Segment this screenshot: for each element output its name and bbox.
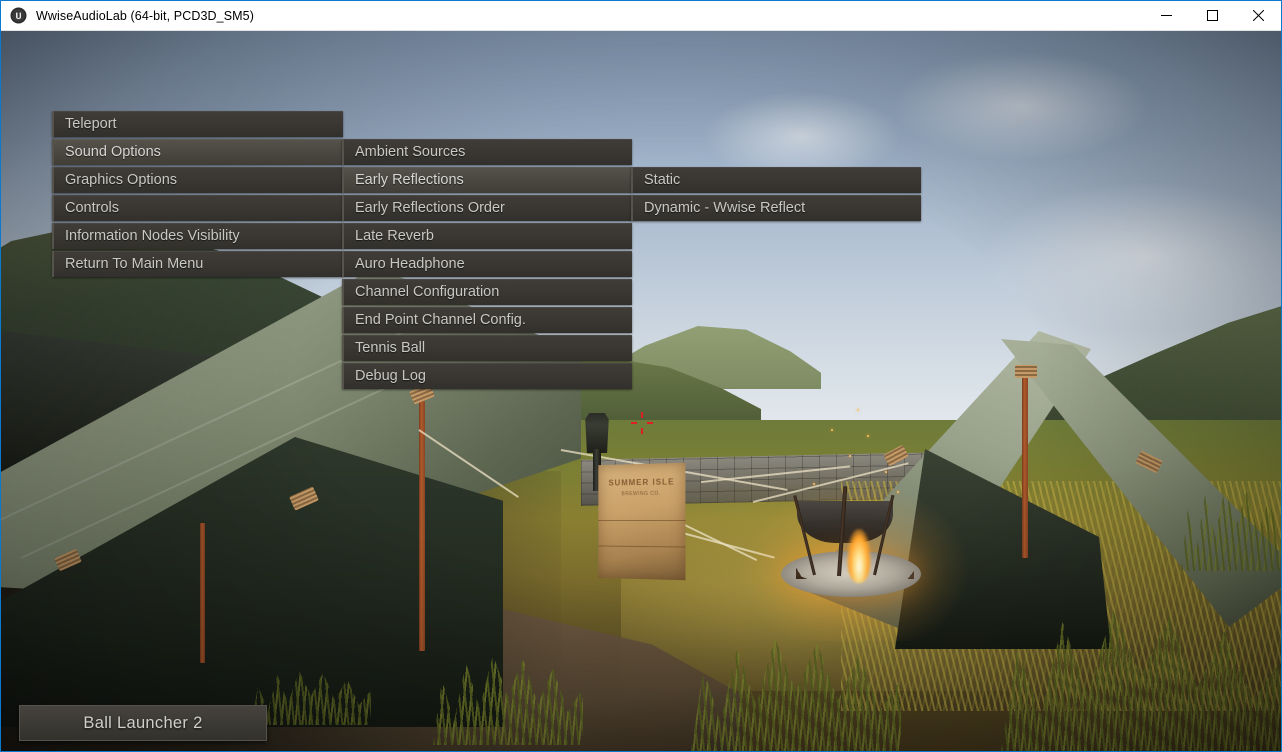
menu-item-col2-channel-configuration[interactable]: Channel Configuration — [342, 279, 632, 305]
menu-item-col2-debug-log[interactable]: Debug Log — [342, 363, 632, 389]
menu-item-col2-tennis-ball[interactable]: Tennis Ball — [342, 335, 632, 361]
menu-item-col2-early-reflections[interactable]: Early Reflections — [342, 167, 632, 193]
menu-item-col1-teleport[interactable]: Teleport — [52, 111, 343, 137]
menu-item-col2-early-reflections-order[interactable]: Early Reflections Order — [342, 195, 632, 221]
spark — [897, 491, 899, 493]
spark — [867, 435, 869, 437]
menu-item-col3-dynamic-wwise-reflect[interactable]: Dynamic - Wwise Reflect — [631, 195, 921, 221]
maximize-button[interactable] — [1189, 1, 1235, 31]
spark — [857, 409, 859, 411]
flame — [847, 529, 871, 583]
menu-column-primary[interactable]: Teleport Sound Options Graphics Options Con… — [52, 111, 343, 279]
window-controls — [1143, 1, 1281, 31]
spark — [849, 455, 851, 457]
tent-right — [801, 331, 1281, 651]
crate-label: SUMMER ISLE BREWING CO. — [608, 477, 675, 498]
spark — [885, 471, 887, 473]
menu-item-col1-return-to-main-menu[interactable]: Return To Main Menu — [52, 251, 343, 277]
window-title: WwiseAudioLab (64-bit, PCD3D_SM5) — [36, 8, 254, 23]
menu-item-col1-graphics-options[interactable]: Graphics Options — [52, 167, 343, 193]
menu-item-col2-ambient-sources[interactable]: Ambient Sources — [342, 139, 632, 165]
title-bar-left: WwiseAudioLab (64-bit, PCD3D_SM5) — [1, 7, 1143, 24]
menu-column-early-reflections[interactable]: Static Dynamic - Wwise Reflect — [631, 167, 921, 223]
title-bar[interactable]: WwiseAudioLab (64-bit, PCD3D_SM5) — [1, 1, 1281, 31]
supply-crate: SUMMER ISLE BREWING CO. — [598, 462, 686, 581]
menu-item-col3-static[interactable]: Static — [631, 167, 921, 193]
tent-lashing — [1015, 365, 1037, 378]
lantern-icon — [585, 413, 609, 453]
cloud — [891, 51, 1151, 161]
menu-item-col1-controls[interactable]: Controls — [52, 195, 343, 221]
minimize-button[interactable] — [1143, 1, 1189, 31]
menu-item-col1-information-nodes-visibility[interactable]: Information Nodes Visibility — [52, 223, 343, 249]
menu-item-col2-auro-headphone[interactable]: Auro Headphone — [342, 251, 632, 277]
active-object-label: Ball Launcher 2 — [19, 705, 267, 741]
menu-column-sound-options[interactable]: Ambient Sources Early Reflections Early Re… — [342, 139, 632, 391]
tent-pole — [1022, 373, 1028, 558]
tent-pole — [200, 523, 205, 663]
menu-item-col1-sound-options[interactable]: Sound Options — [52, 139, 343, 165]
menu-item-col2-late-reverb[interactable]: Late Reverb — [342, 223, 632, 249]
menu-item-col2-end-point-channel-config[interactable]: End Point Channel Config. — [342, 307, 632, 333]
spark — [831, 429, 833, 431]
tent-pole — [419, 401, 425, 651]
unreal-engine-icon — [10, 7, 27, 24]
game-viewport[interactable]: SUMMER ISLE BREWING CO. Teleport Sound O… — [1, 31, 1281, 751]
spark — [813, 483, 815, 485]
crate-plank — [598, 519, 686, 522]
crate-plank — [598, 545, 686, 548]
close-button[interactable] — [1235, 1, 1281, 31]
application-window: WwiseAudioLab (64-bit, PCD3D_SM5) SUMMER… — [0, 0, 1282, 752]
